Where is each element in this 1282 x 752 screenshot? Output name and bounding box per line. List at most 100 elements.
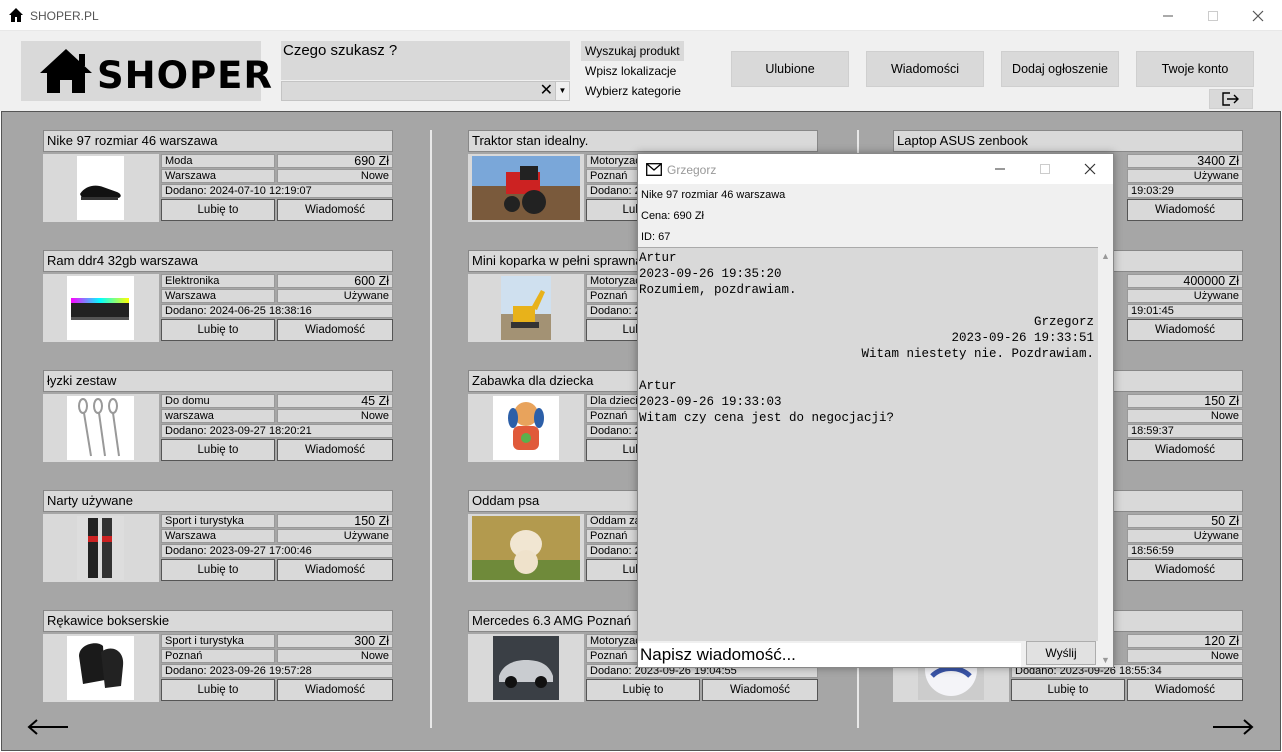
message-button[interactable]: Wiadomość	[1127, 319, 1243, 341]
maximize-icon	[1040, 164, 1050, 174]
message-button[interactable]: Wiadomość	[1127, 439, 1243, 461]
boxing-glove-icon	[67, 636, 134, 700]
listing-image[interactable]	[43, 274, 159, 342]
message-button[interactable]: Wiadomość	[277, 319, 393, 341]
logo[interactable]: SHOPER	[21, 41, 272, 101]
listing-image[interactable]	[43, 514, 159, 582]
logout-button[interactable]	[1209, 89, 1253, 109]
listing-title[interactable]: Ram ddr4 32gb warszawa	[43, 250, 393, 272]
listing-condition: Używane	[277, 289, 393, 303]
chat-window-title: Grzegorz	[667, 163, 717, 177]
location-link[interactable]: Wpisz lokalizacje	[581, 61, 680, 81]
car-icon	[493, 636, 559, 700]
like-button[interactable]: Lubię to	[161, 199, 275, 221]
message-button[interactable]: Wiadomość	[277, 559, 393, 581]
close-button[interactable]	[1235, 0, 1281, 31]
chat-history: Artur 2023-09-26 19:35:20 Rozumiem, pozd…	[638, 247, 1098, 641]
listing-image[interactable]	[468, 634, 584, 702]
close-icon	[1084, 163, 1096, 175]
listing-image[interactable]	[468, 274, 584, 342]
listing-title[interactable]: Nike 97 rozmiar 46 warszawa	[43, 130, 393, 152]
listing-date: Dodano: 2023-09-27 17:00:46	[161, 544, 393, 558]
chevron-down-icon[interactable]: ▼	[555, 82, 569, 100]
chat-product-price: Cena: 690 Zł	[641, 210, 704, 222]
message-text: Witam niestety nie. Pozdrawiam.	[861, 347, 1094, 361]
chat-product-title: Nike 97 rozmiar 46 warszawa	[641, 189, 786, 201]
listing-date: Dodano: 2024-06-25 18:38:16	[161, 304, 393, 318]
listing-card[interactable]: łyzki zestaw Do domu 45 Zł warszawa Nowe…	[43, 370, 393, 462]
minimize-button[interactable]	[1145, 0, 1191, 31]
listing-title[interactable]: Laptop ASUS zenbook	[893, 130, 1243, 152]
chat-scrollbar[interactable]: ▲ ▼	[1098, 247, 1113, 667]
skis-icon	[77, 516, 124, 580]
next-page-arrow-icon[interactable]	[1211, 717, 1255, 737]
listing-price: 690 Zł	[277, 154, 393, 168]
clear-icon[interactable]: ✕	[540, 82, 553, 100]
maximize-button[interactable]	[1190, 0, 1236, 31]
category-select[interactable]: ✕ ▼	[281, 81, 570, 101]
listing-image[interactable]	[43, 394, 159, 462]
listing-location: Poznań	[161, 649, 275, 663]
chat-maximize-button[interactable]	[1022, 154, 1068, 184]
chat-minimize-button[interactable]	[977, 154, 1023, 184]
message-button[interactable]: Wiadomość	[277, 679, 393, 701]
spoons-icon	[67, 396, 134, 460]
listing-card[interactable]: Nike 97 rozmiar 46 warszawa Moda 690 Zł …	[43, 130, 393, 222]
listing-image[interactable]	[43, 634, 159, 702]
scroll-down-icon[interactable]: ▼	[1101, 655, 1110, 665]
message-button[interactable]: Wiadomość	[1127, 559, 1243, 581]
category-link[interactable]: Wybierz kategorie	[581, 81, 685, 101]
listing-image[interactable]	[468, 514, 584, 582]
listing-title[interactable]: łyzki zestaw	[43, 370, 393, 392]
listing-title[interactable]: Narty używane	[43, 490, 393, 512]
messages-button[interactable]: Wiadomości	[866, 51, 984, 87]
chat-close-button[interactable]	[1067, 154, 1113, 184]
message-button[interactable]: Wiadomość	[277, 199, 393, 221]
listing-card[interactable]: Ram ddr4 32gb warszawa Elektronika 600 Z…	[43, 250, 393, 342]
like-button[interactable]: Lubię to	[161, 319, 275, 341]
listing-title[interactable]: Traktor stan idealny.	[468, 130, 818, 152]
search-input[interactable]	[281, 60, 570, 80]
add-listing-button[interactable]: Dodaj ogłoszenie	[1001, 51, 1119, 87]
listing-image[interactable]	[468, 394, 584, 462]
search-product-link[interactable]: Wyszukaj produkt	[581, 41, 684, 61]
scroll-up-icon[interactable]: ▲	[1101, 251, 1110, 261]
maximize-icon	[1208, 10, 1218, 21]
message-input[interactable]: Napisz wiadomość...	[638, 643, 1021, 667]
minimize-icon	[1163, 15, 1173, 16]
message-author: Artur	[639, 251, 677, 265]
listing-condition: Używane	[1127, 529, 1243, 543]
listing-card[interactable]: Rękawice bokserskie Sport i turystyka 30…	[43, 610, 393, 702]
like-button[interactable]: Lubię to	[161, 679, 275, 701]
listing-date: Dodano: 2024-07-10 12:19:07	[161, 184, 393, 198]
send-button[interactable]: Wyślij	[1026, 641, 1096, 665]
message-text: Rozumiem, pozdrawiam.	[639, 283, 797, 297]
listing-category: Sport i turystyka	[161, 514, 275, 528]
prev-page-arrow-icon[interactable]	[26, 717, 70, 737]
listing-location: Warszawa	[161, 169, 275, 183]
chat-dialog[interactable]: Grzegorz Nike 97 rozmiar 46 warszawa Cen…	[637, 153, 1114, 668]
message-button[interactable]: Wiadomość	[277, 439, 393, 461]
message-button[interactable]: Wiadomość	[1127, 199, 1243, 221]
like-button[interactable]: Lubię to	[161, 439, 275, 461]
logo-text: SHOPER	[97, 54, 273, 97]
listing-card[interactable]: Narty używane Sport i turystyka 150 Zł W…	[43, 490, 393, 582]
listing-condition: Używane	[1127, 289, 1243, 303]
like-button[interactable]: Lubię to	[586, 679, 700, 701]
like-button[interactable]: Lubię to	[161, 559, 275, 581]
listing-image[interactable]	[43, 154, 159, 222]
listing-title[interactable]: Rękawice bokserskie	[43, 610, 393, 632]
listing-price: 400000 Zł	[1127, 274, 1243, 288]
listing-price: 150 Zł	[1127, 394, 1243, 408]
favorites-button[interactable]: Ulubione	[731, 51, 849, 87]
listing-category: Do domu	[161, 394, 275, 408]
search-question: Czego szukasz ?	[281, 41, 570, 60]
message-button[interactable]: Wiadomość	[702, 679, 818, 701]
like-button[interactable]: Lubię to	[1011, 679, 1125, 701]
listing-image[interactable]	[468, 154, 584, 222]
message-button[interactable]: Wiadomość	[1127, 679, 1243, 701]
account-button[interactable]: Twoje konto	[1136, 51, 1254, 87]
message-author: Artur	[639, 379, 677, 393]
listing-price: 300 Zł	[277, 634, 393, 648]
listing-condition: Nowe	[277, 169, 393, 183]
